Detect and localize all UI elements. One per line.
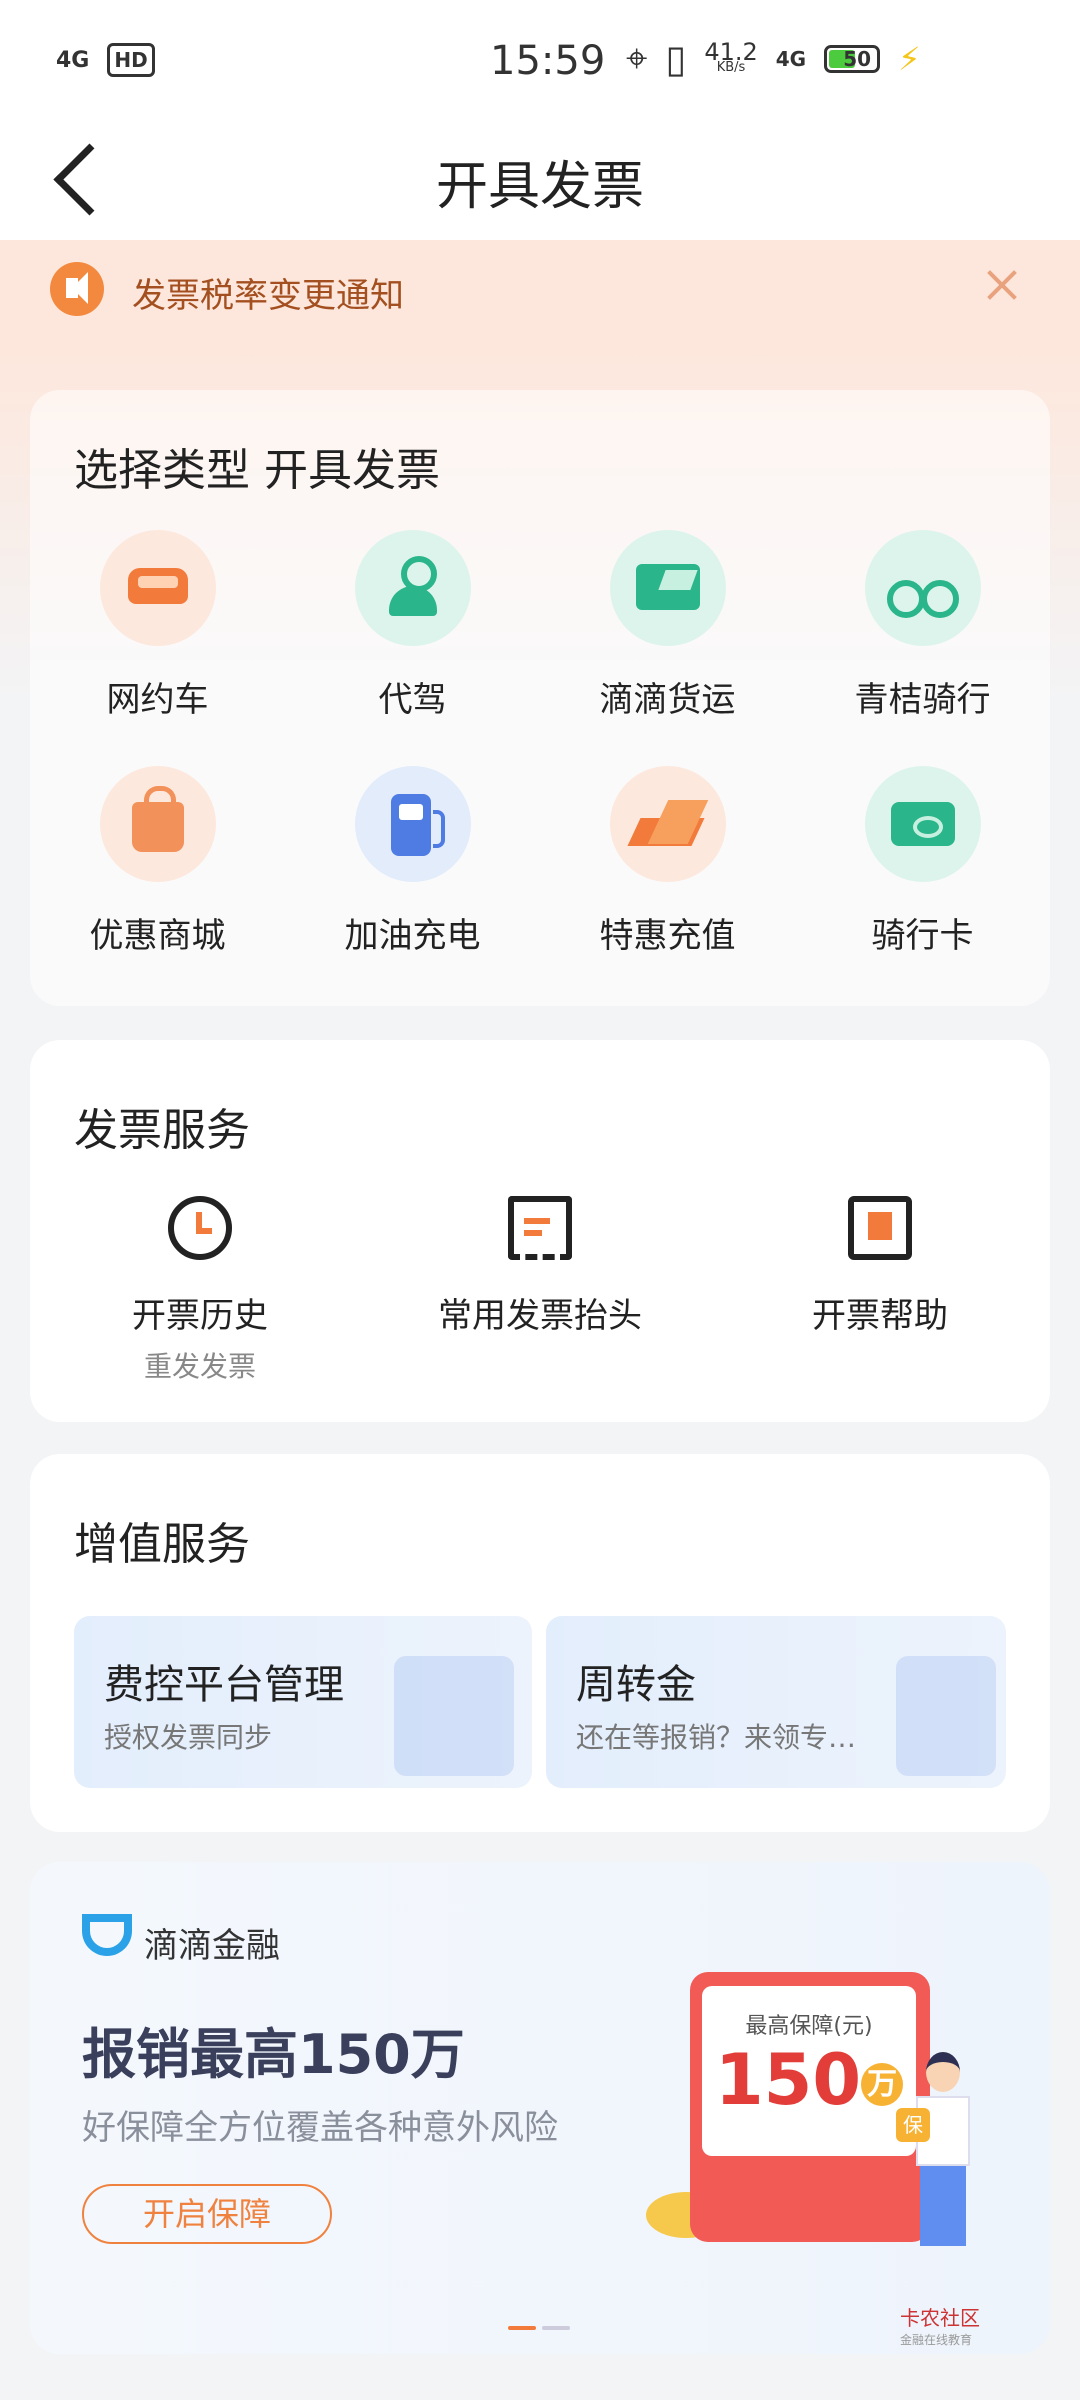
type-item-freight[interactable]: 滴滴货运 — [540, 530, 795, 721]
notice-text[interactable]: 发票税率变更通知 — [132, 268, 404, 317]
didi-finance-logo-icon — [82, 1914, 132, 1956]
tile-working-capital[interactable]: 周转金 还在等报销？来领专… — [546, 1616, 1006, 1788]
help-book-icon — [848, 1196, 912, 1260]
megaphone-icon — [50, 262, 104, 316]
type-label: 代驾 — [378, 680, 447, 720]
service-history[interactable]: 开票历史 重发发票 — [90, 1196, 310, 1385]
ticket-icon — [896, 1656, 996, 1776]
charging-icon: ⚡ — [898, 39, 921, 78]
shopping-bag-icon — [99, 766, 216, 882]
tile-title: 周转金 — [576, 1662, 696, 1708]
finance-headline: 报销最高150万 — [82, 2023, 465, 2086]
status-right: ⌖ ▯ 41.2 KB/s 4G 50 ⚡ — [626, 36, 936, 81]
type-item-fuel[interactable]: 加油充电 — [285, 766, 540, 957]
type-label: 特惠充值 — [599, 916, 736, 956]
type-item-topup[interactable]: 特惠充值 — [540, 766, 795, 957]
coverage-amount: 150 万 — [702, 2040, 916, 2125]
network-indicator: 4G — [56, 47, 90, 73]
car-icon — [99, 530, 216, 646]
coverage-caption: 最高保障(元) — [745, 2014, 873, 2039]
type-item-mall[interactable]: 优惠商城 — [30, 766, 285, 957]
service-sublabel: 重发发票 — [143, 1350, 256, 1383]
enable-protection-button[interactable]: 开启保障 — [82, 2184, 332, 2244]
receipt-icon — [508, 1196, 572, 1260]
type-label: 加油充电 — [344, 916, 481, 956]
battery-icon: 50 — [824, 44, 881, 73]
type-label: 骑行卡 — [871, 916, 974, 956]
service-help[interactable]: 开票帮助 — [770, 1196, 990, 1337]
ticket-icon — [864, 766, 981, 882]
top-up-icon — [609, 766, 726, 882]
coverage-card: 最高保障(元) 150 万 — [702, 1986, 916, 2156]
service-label: 开票帮助 — [812, 1296, 948, 1336]
clock-icon — [168, 1196, 232, 1260]
driver-icon — [354, 530, 471, 646]
status-left: 4G HD — [56, 43, 155, 77]
service-label: 开票历史 — [132, 1296, 268, 1336]
network-speed: 41.2 KB/s — [704, 37, 758, 75]
finance-banner[interactable]: 滴滴金融 报销最高150万 好保障全方位覆盖各种意外风险 开启保障 最高保障(元… — [30, 1862, 1050, 2354]
truck-icon — [609, 530, 726, 646]
type-label: 青桔骑行 — [854, 680, 991, 720]
watermark: 卡农社区 金融在线教育 — [900, 2306, 980, 2347]
hd-badge: HD — [107, 43, 155, 77]
tile-subtitle: 授权发票同步 — [104, 1721, 273, 1754]
section-title: 增值服务 — [74, 1519, 250, 1570]
invoice-type-card: 选择类型 开具发票 网约车 代驾 滴滴货运 青桔骑行 优惠商城 加油充电 特惠充… — [30, 390, 1050, 1006]
vibrate-icon: ▯ — [665, 36, 687, 81]
person-illustration: 保 — [896, 2052, 978, 2252]
service-label: 常用发票抬头 — [438, 1296, 642, 1336]
close-icon[interactable] — [980, 260, 1020, 310]
type-label: 网约车 — [106, 680, 209, 720]
section-title: 选择类型 开具发票 — [74, 445, 440, 496]
tile-expense-platform[interactable]: 费控平台管理 授权发票同步 — [74, 1616, 532, 1788]
type-label: 滴滴货运 — [599, 680, 736, 720]
type-item-bike[interactable]: 青桔骑行 — [795, 530, 1050, 721]
carousel-indicator — [508, 2326, 570, 2330]
value-added-card: 增值服务 费控平台管理 授权发票同步 周转金 还在等报销？来领专… — [30, 1454, 1050, 1832]
section-title: 发票服务 — [74, 1105, 250, 1156]
shield-badge-icon: 保 — [896, 2108, 930, 2142]
status-bar: 4G HD 15:59 ⌖ ▯ 41.2 KB/s 4G 50 ⚡ — [0, 0, 1080, 120]
status-time: 15:59 — [490, 38, 606, 84]
location-icon: ⌖ — [626, 36, 648, 80]
finance-brand: 滴滴金融 — [144, 1926, 280, 1966]
service-common-titles[interactable]: 常用发票抬头 — [420, 1196, 660, 1337]
type-item-ride-hailing[interactable]: 网约车 — [30, 530, 285, 721]
network-indicator-2: 4G — [775, 46, 807, 71]
notice-bar[interactable]: 发票税率变更通知 — [0, 240, 1080, 346]
type-item-chauffeur[interactable]: 代驾 — [285, 530, 540, 721]
document-icon — [394, 1656, 514, 1776]
type-item-ride-card[interactable]: 骑行卡 — [795, 766, 1050, 957]
page-title: 开具发票 — [435, 157, 644, 217]
invoice-service-card: 发票服务 开票历史 重发发票 常用发票抬头 开票帮助 — [30, 1040, 1050, 1422]
bike-icon — [864, 530, 981, 646]
tile-title: 费控平台管理 — [104, 1662, 344, 1708]
type-label: 优惠商城 — [89, 916, 226, 956]
fuel-pump-icon — [354, 766, 471, 882]
tile-subtitle: 还在等报销？来领专… — [576, 1721, 857, 1754]
finance-subtitle: 好保障全方位覆盖各种意外风险 — [82, 2108, 558, 2148]
